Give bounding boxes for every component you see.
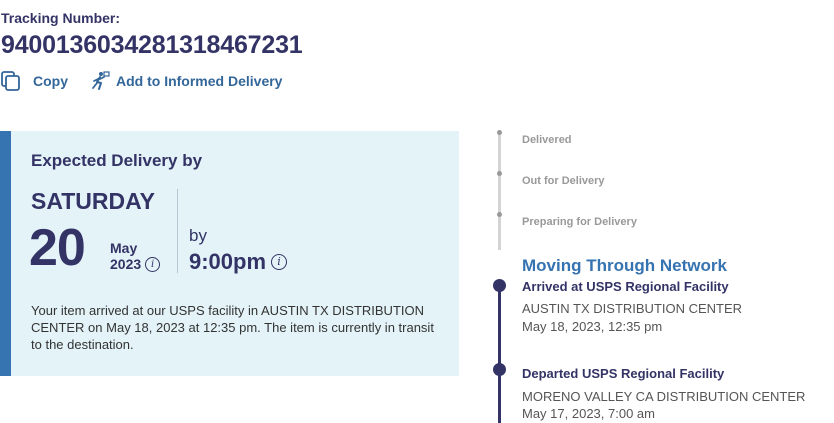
timeline-event-location: AUSTIN TX DISTRIBUTION CENTER bbox=[522, 301, 743, 316]
timeline-dot bbox=[497, 171, 502, 176]
expected-delivery-title: Expected Delivery by bbox=[31, 151, 203, 170]
delivery-month: May bbox=[110, 240, 138, 256]
informed-delivery-icon bbox=[90, 71, 110, 91]
timeline-step-out-for-delivery: Out for Delivery bbox=[522, 175, 605, 187]
tracking-actions: Copy Add to Informed Delivery bbox=[1, 68, 282, 94]
info-icon[interactable]: i bbox=[145, 256, 161, 272]
delivery-day-name: SATURDAY bbox=[31, 188, 155, 214]
timeline-step-delivered: Delivered bbox=[522, 134, 572, 146]
by-label: by bbox=[189, 226, 207, 245]
timeline-progress-line bbox=[498, 285, 501, 423]
tracking-number-label: Tracking Number: bbox=[1, 10, 121, 26]
delivery-year-row: 2023 i bbox=[110, 256, 161, 272]
copy-button[interactable]: Copy bbox=[1, 71, 68, 91]
timeline-event-date: May 18, 2023, 12:35 pm bbox=[522, 319, 663, 334]
delivery-year: 2023 bbox=[110, 256, 142, 272]
informed-delivery-label: Add to Informed Delivery bbox=[116, 73, 283, 89]
timeline-event-title: Departed USPS Regional Facility bbox=[522, 366, 725, 381]
timeline-event-title: Arrived at USPS Regional Facility bbox=[522, 279, 729, 294]
copy-label: Copy bbox=[33, 73, 68, 89]
delivery-day-number: 20 bbox=[29, 219, 86, 277]
timeline-future-line bbox=[498, 132, 501, 250]
timeline-dot bbox=[497, 130, 502, 135]
timeline-event-dot bbox=[493, 279, 506, 292]
timeline-dot bbox=[497, 212, 502, 217]
add-to-informed-delivery-button[interactable]: Add to Informed Delivery bbox=[90, 71, 282, 91]
info-icon[interactable]: i bbox=[271, 254, 288, 270]
tracking-number: 9400136034281318467231 bbox=[1, 31, 303, 59]
panel-accent-bar bbox=[0, 131, 11, 376]
timeline-current-heading: Moving Through Network bbox=[522, 256, 727, 275]
delivery-time: 9:00pm bbox=[189, 249, 267, 274]
date-time-divider bbox=[177, 189, 178, 273]
timeline-event-date: May 17, 2023, 7:00 am bbox=[522, 406, 655, 421]
delivery-status-text: Your item arrived at our USPS facility i… bbox=[31, 303, 434, 352]
copy-icon bbox=[1, 71, 21, 91]
timeline-event-location: MORENO VALLEY CA DISTRIBUTION CENTER bbox=[522, 389, 806, 404]
timeline-step-preparing: Preparing for Delivery bbox=[522, 216, 637, 228]
delivery-time-row: 9:00pm i bbox=[189, 249, 288, 275]
timeline-event-dot bbox=[493, 363, 506, 376]
